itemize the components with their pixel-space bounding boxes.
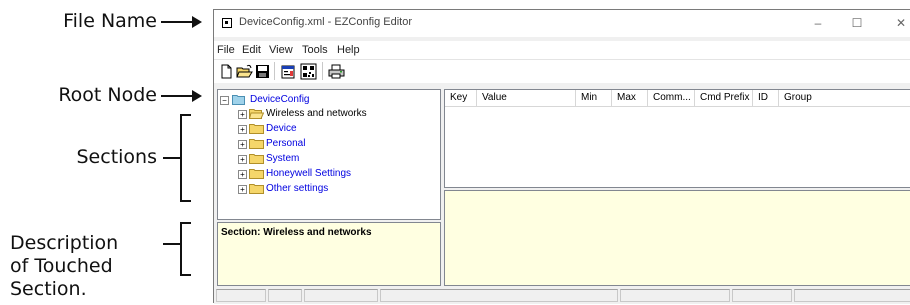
column-header-cmd-prefix[interactable]: Cmd Prefix [695, 90, 753, 106]
barcode-icon[interactable] [300, 63, 317, 80]
status-panel [732, 289, 792, 302]
annotation-file-name-arrow [161, 16, 202, 28]
expand-section-toggle[interactable]: + [238, 155, 247, 164]
tree-item-personal[interactable]: Personal [266, 138, 305, 149]
collapse-root-toggle[interactable]: − [220, 96, 229, 105]
tree-item-system[interactable]: System [266, 153, 299, 164]
annotation-sections-bracket-top [180, 114, 191, 116]
section-description-text: Section: Wireless and networks [221, 227, 372, 238]
annotation-root-node: Root Node [58, 84, 157, 106]
tree-item-honeywell-settings[interactable]: Honeywell Settings [266, 168, 351, 179]
property-detail-pane [444, 190, 910, 286]
status-panel [216, 289, 266, 302]
open-folder-icon [249, 109, 264, 119]
menu-help[interactable]: Help [337, 44, 360, 56]
annotation-description-bracket-tick [163, 243, 181, 245]
folder-icon [249, 124, 264, 134]
maximize-button[interactable]: ☐ [847, 14, 867, 32]
column-header-id[interactable]: ID [753, 90, 779, 106]
tree-item-label: Device [266, 123, 297, 134]
status-panel [380, 289, 618, 302]
tree-item-label: Personal [266, 138, 306, 149]
property-grid[interactable]: Key Value Min Max Comm... Cmd Prefix ID … [444, 89, 910, 188]
column-header-value[interactable]: Value [477, 90, 576, 106]
annotation-root-node-arrow [161, 90, 202, 102]
ezconfig-editor-window: DeviceConfig.xml - EZConfig Editor – ☐ ✕… [213, 9, 910, 304]
menu-edit[interactable]: Edit [242, 44, 261, 56]
close-button[interactable]: ✕ [891, 14, 910, 32]
menu-file[interactable]: File [217, 44, 235, 56]
property-grid-header: Key Value Min Max Comm... Cmd Prefix ID … [445, 90, 910, 107]
tree-item-device[interactable]: Device [266, 123, 297, 134]
annotation-file-name: File Name [63, 10, 157, 32]
status-panel [268, 289, 302, 302]
expand-section-toggle[interactable]: + [238, 110, 247, 119]
folder-icon [249, 184, 264, 194]
status-panel [304, 289, 378, 302]
menu-bar: File Edit View Tools Help [214, 41, 910, 59]
annotation-sections-bracket [180, 114, 182, 201]
annotation-description-bracket-bottom [180, 274, 191, 276]
status-bar [214, 288, 910, 304]
tree-item-other-settings[interactable]: Other settings [266, 183, 328, 194]
annotation-description-line3: Section. [10, 278, 87, 300]
folder-icon [249, 139, 264, 149]
toolbar [214, 59, 910, 83]
section-tree[interactable]: − DeviceConfig + Wireless and networks +… [217, 89, 441, 220]
folder-icon [249, 169, 264, 179]
annotation-sections-bracket-tick [163, 157, 181, 159]
window-title: DeviceConfig.xml - EZConfig Editor [239, 16, 413, 28]
minimize-button[interactable]: – [808, 14, 828, 32]
column-header-key[interactable]: Key [445, 90, 477, 106]
expand-section-toggle[interactable]: + [238, 140, 247, 149]
menu-tools[interactable]: Tools [302, 44, 328, 56]
annotation-description-line1: Description [10, 232, 119, 254]
title-bar: DeviceConfig.xml - EZConfig Editor – ☐ ✕ [214, 10, 910, 37]
new-file-icon[interactable] [218, 63, 235, 80]
open-folder-icon [232, 95, 245, 105]
expand-section-toggle[interactable]: + [238, 170, 247, 179]
tree-item-label: Wireless and networks [266, 108, 367, 119]
annotation-description-bracket [180, 222, 182, 275]
tree-root-node[interactable]: DeviceConfig [250, 94, 309, 105]
column-header-comment[interactable]: Comm... [648, 90, 695, 106]
toolbar-separator [322, 62, 323, 80]
section-description-pane: Section: Wireless and networks [217, 222, 441, 286]
status-panel [620, 289, 730, 302]
status-panel [794, 289, 910, 302]
expand-section-toggle[interactable]: + [238, 125, 247, 134]
open-folder-icon[interactable] [236, 63, 253, 80]
tree-root-label: DeviceConfig [250, 94, 310, 105]
save-disk-icon[interactable] [254, 63, 271, 80]
annotation-sections: Sections [76, 146, 158, 168]
tree-item-label: Honeywell Settings [266, 168, 352, 179]
tree-item-label: Other settings [266, 183, 329, 194]
annotation-description-line2: of Touched [10, 255, 113, 277]
column-header-max[interactable]: Max [612, 90, 648, 106]
annotation-description-bracket-top [180, 222, 191, 224]
print-config-icon[interactable] [328, 63, 345, 80]
tree-item-wireless-and-networks[interactable]: Wireless and networks [266, 108, 367, 119]
toolbar-separator [274, 62, 275, 80]
properties-icon[interactable] [280, 63, 297, 80]
folder-icon [249, 154, 264, 164]
annotation-sections-bracket-bottom [180, 200, 191, 202]
column-header-group[interactable]: Group [779, 90, 910, 106]
column-header-min[interactable]: Min [576, 90, 612, 106]
expand-section-toggle[interactable]: + [238, 185, 247, 194]
tree-item-label: System [266, 153, 300, 164]
app-icon [222, 18, 232, 28]
menu-view[interactable]: View [269, 44, 293, 56]
